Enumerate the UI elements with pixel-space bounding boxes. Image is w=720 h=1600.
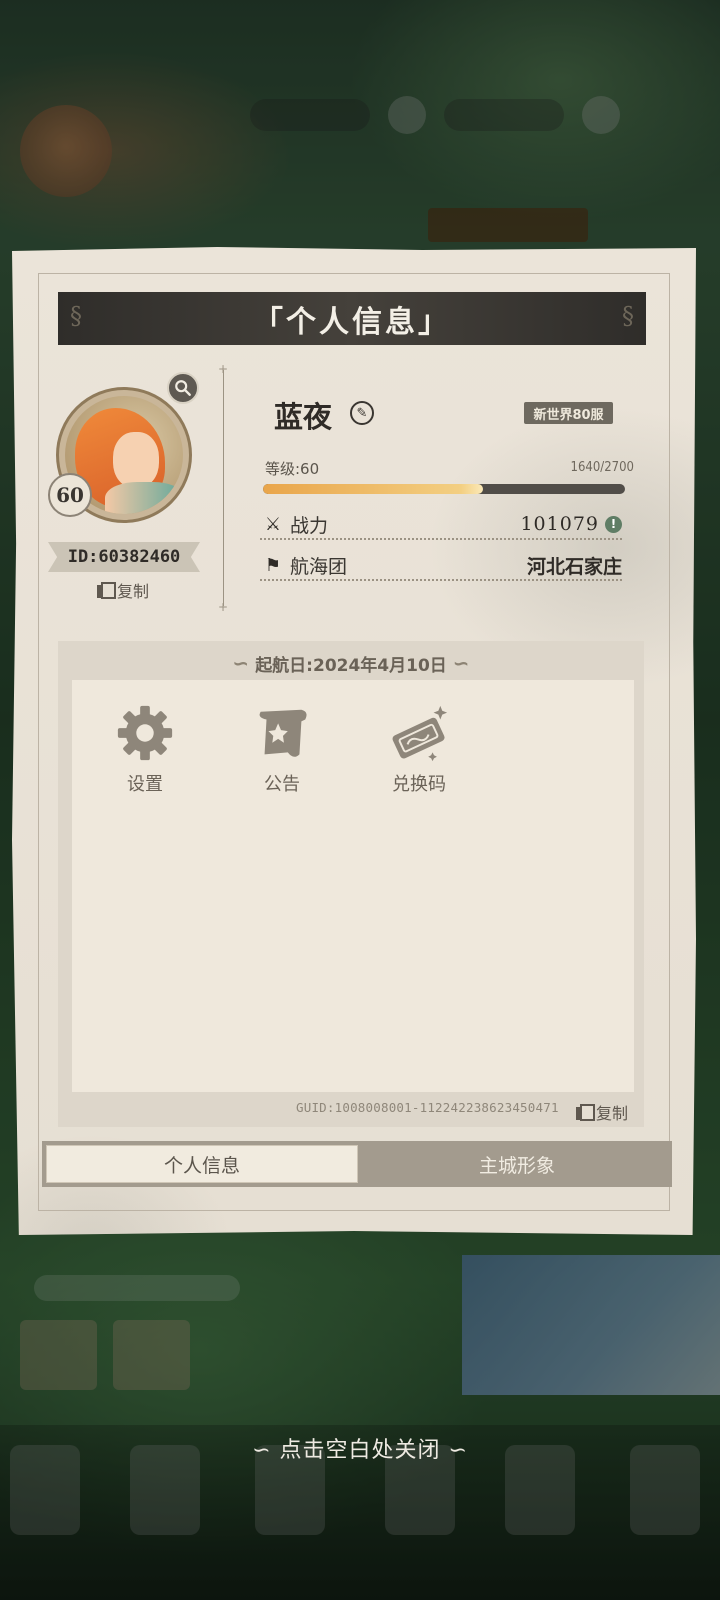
- edit-name-button[interactable]: ✎: [350, 401, 374, 425]
- exp-progress-bar: [263, 484, 625, 494]
- pencil-icon: ✎: [356, 405, 368, 421]
- ticket-icon: [384, 700, 454, 766]
- tab-city-appearance[interactable]: 主城形象: [362, 1141, 672, 1187]
- power-value-group: 101079 !: [520, 513, 622, 535]
- settings-button[interactable]: 设置: [95, 700, 195, 796]
- sail-date: ∽ 起航日:2024年4月10日 ∽: [58, 648, 644, 678]
- sail-date-text: 起航日:2024年4月10日: [255, 655, 447, 676]
- crew-row[interactable]: ⚑ 航海团 河北石家庄: [260, 551, 622, 581]
- crew-label: 航海团: [290, 555, 348, 578]
- tab-personal-info[interactable]: 个人信息: [46, 1145, 358, 1183]
- zoom-avatar-button[interactable]: [167, 372, 199, 404]
- redeem-code-button[interactable]: 兑换码: [369, 700, 469, 796]
- announcement-button[interactable]: 公告: [232, 700, 332, 796]
- copy-icon: [576, 1104, 595, 1121]
- copy-id-button[interactable]: 复制: [97, 578, 149, 602]
- server-badge: 新世界80服: [524, 402, 613, 424]
- scroll-ornament-right-icon: §: [622, 302, 634, 330]
- crossed-swords-icon: ⚔: [264, 513, 282, 535]
- swirl-right-icon: ∽: [452, 651, 470, 675]
- gear-icon: [110, 700, 180, 766]
- copy-id-label: 复制: [117, 582, 150, 601]
- settings-label: 设置: [127, 774, 163, 795]
- power-value: 101079: [520, 513, 599, 535]
- level-badge: 60: [48, 473, 92, 517]
- pirate-flag-icon: ⚑: [264, 554, 282, 576]
- swirl-left-icon: ∽: [232, 651, 250, 675]
- crew-value: 河北石家庄: [526, 555, 622, 578]
- power-info-icon[interactable]: !: [605, 515, 622, 533]
- guid-text: GUID:1008008001-112242238623450471: [296, 1100, 559, 1115]
- level-label: 等级:60: [265, 460, 320, 478]
- dialog-title: 「个人信息」: [253, 304, 451, 340]
- vertical-divider: [218, 362, 228, 614]
- exp-value: 1640/2700: [570, 460, 634, 475]
- scroll-icon: [247, 700, 317, 766]
- redeem-code-label: 兑换码: [392, 774, 446, 795]
- exp-progress-fill: [263, 484, 483, 494]
- power-row: ⚔ 战力 101079 !: [260, 510, 622, 540]
- header-bar: § 「个人信息」 §: [58, 292, 646, 345]
- scroll-ornament-left-icon: §: [70, 302, 82, 330]
- player-id: ID:60382460: [48, 542, 200, 572]
- announcement-label: 公告: [264, 774, 300, 795]
- magnifier-icon: [175, 380, 191, 396]
- player-name: 蓝夜: [274, 400, 333, 434]
- copy-icon: [97, 582, 116, 599]
- copy-guid-label: 复制: [596, 1104, 629, 1123]
- profile-tabs: 个人信息 主城形象: [42, 1141, 672, 1187]
- close-hint[interactable]: ∽ 点击空白处关闭 ∽: [0, 1432, 720, 1464]
- power-label: 战力: [290, 514, 329, 537]
- copy-guid-button[interactable]: 复制: [576, 1100, 628, 1124]
